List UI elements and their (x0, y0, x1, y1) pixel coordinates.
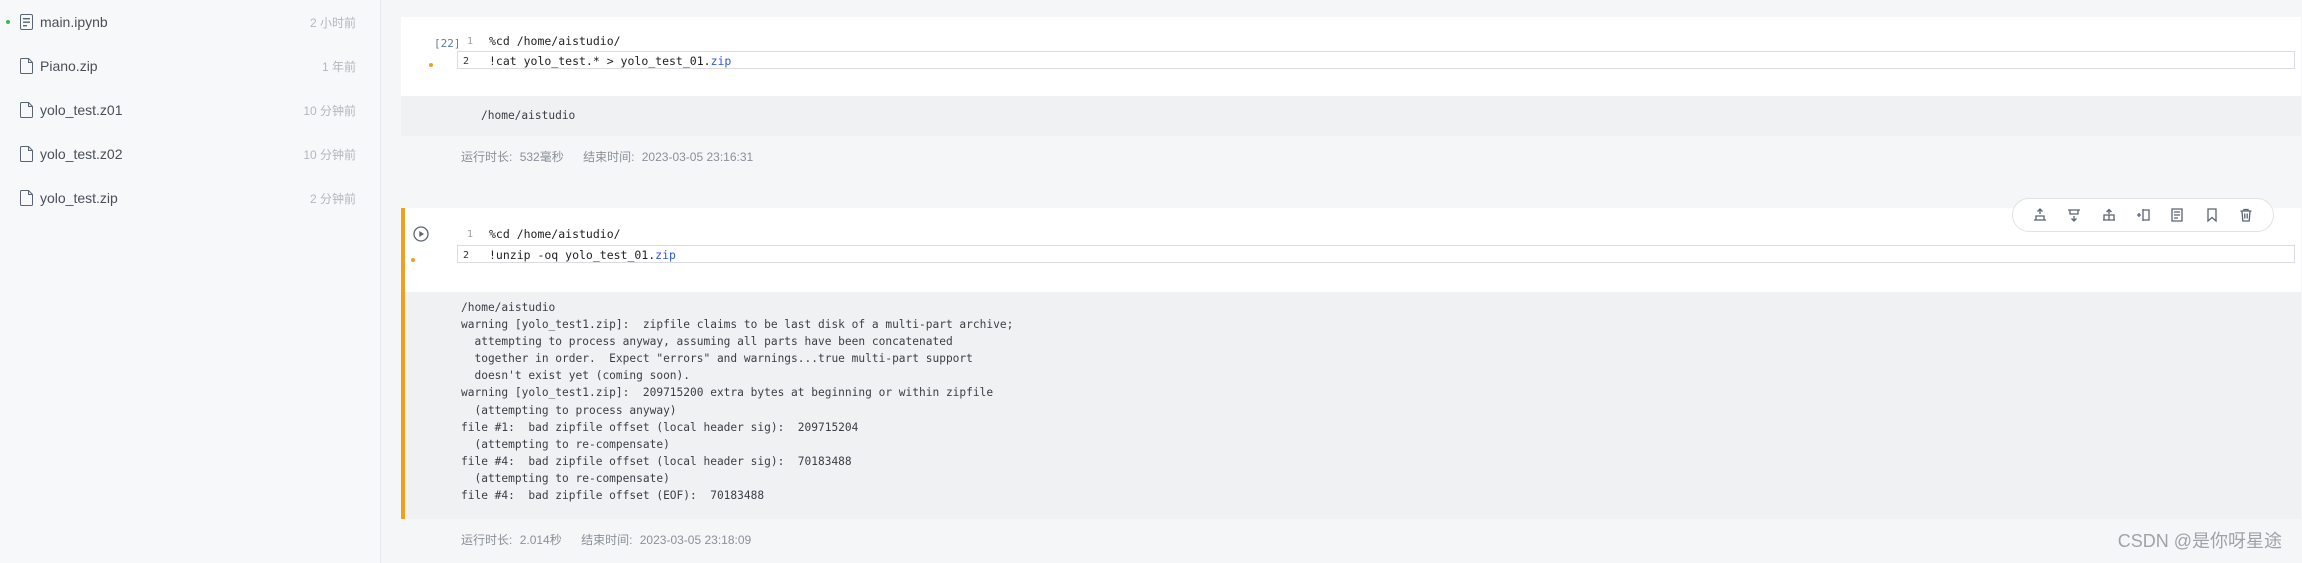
duration-label: 运行时长: (461, 150, 513, 164)
cell-toolbar (2012, 198, 2274, 232)
code-text: !cat yolo_test.* > yolo_test_01.zip (489, 54, 731, 68)
copy-cell-button[interactable] (2168, 206, 2186, 224)
notebook-icon (20, 14, 33, 30)
code-text-keyword: zip (710, 54, 732, 68)
delete-cell-button[interactable] (2237, 206, 2255, 224)
file-name: Piano.zip (40, 58, 98, 74)
file-modified-time: 10 分钟前 (303, 147, 356, 162)
code-text: %cd /home/aistudio/ (489, 227, 621, 241)
bookmark-button[interactable] (2203, 206, 2221, 224)
file-item-yolo-test-z01[interactable]: yolo_test.z01 10 分钟前 (0, 88, 380, 132)
bookmark-icon (2206, 208, 2217, 223)
code-line[interactable]: 1 %cd /home/aistudio/ (401, 31, 2301, 51)
execution-meta: 运行时长: 532毫秒 结束时间: 2023-03-05 23:16:31 (461, 148, 753, 165)
cell-output: /home/aistudio (401, 96, 2301, 136)
code-text-keyword: zip (655, 248, 676, 262)
output-text: /home/aistudio (481, 109, 576, 122)
file-icon (20, 58, 33, 74)
file-modified-time: 10 分钟前 (303, 103, 356, 118)
code-text: %cd /home/aistudio/ (489, 34, 621, 48)
line-number: 1 (466, 35, 473, 47)
file-modified-time: 2 分钟前 (309, 191, 356, 206)
end-time-label: 结束时间: (583, 150, 635, 164)
line-number: 1 (466, 228, 473, 240)
file-name: yolo_test.zip (40, 190, 118, 206)
file-name: main.ipynb (40, 14, 108, 30)
duration-label: 运行时长: (461, 533, 513, 547)
run-above-icon (2034, 208, 2047, 221)
code-line[interactable]: 2 !cat yolo_test.* > yolo_test_01.zip (401, 51, 2301, 71)
copy-cell-icon (2171, 208, 2183, 222)
cell-output: /home/aistudio warning [yolo_test1.zip]:… (405, 292, 2301, 519)
end-time-value: 2023-03-05 23:18:09 (639, 533, 752, 547)
insert-cell-icon (2136, 209, 2150, 221)
end-time-value: 2023-03-05 23:16:31 (641, 150, 754, 164)
file-icon (20, 146, 33, 162)
end-time-label: 结束时间: (581, 533, 633, 547)
split-cell-icon (2102, 208, 2115, 221)
file-item-yolo-test-zip[interactable]: yolo_test.zip 2 分钟前 (0, 176, 380, 220)
execution-meta: 运行时长: 2.014秒 结束时间: 2023-03-05 23:18:09 (461, 531, 751, 548)
file-icon (20, 190, 33, 206)
duration-value: 2.014秒 (519, 533, 562, 547)
notebook-main-area: [22] 1 %cd /home/aistudio/ 2 !cat yolo_t… (381, 0, 2302, 563)
run-below-button[interactable] (2065, 206, 2083, 224)
file-item-yolo-test-z02[interactable]: yolo_test.z02 10 分钟前 (0, 132, 380, 176)
file-item-main-ipynb[interactable]: main.ipynb 2 小时前 (0, 0, 380, 44)
file-name: yolo_test.z02 (40, 146, 123, 162)
code-text: !unzip -oq yolo_test_01.zip (489, 248, 676, 262)
file-item-piano-zip[interactable]: Piano.zip 1 年前 (0, 44, 380, 88)
file-icon (20, 102, 33, 118)
file-browser-sidebar: main.ipynb 2 小时前 Piano.zip 1 年前 yolo_tes… (0, 0, 381, 563)
file-name: yolo_test.z01 (40, 102, 123, 118)
delete-icon (2240, 208, 2252, 222)
file-modified-time: 2 小时前 (309, 15, 356, 30)
file-modified-time: 1 年前 (321, 59, 356, 74)
code-text-main: !unzip -oq yolo_test_01. (489, 248, 656, 262)
line-number: 2 (462, 249, 469, 261)
code-text-main: !cat yolo_test.* > yolo_test_01. (489, 54, 711, 68)
line-number: 2 (462, 55, 469, 67)
split-cell-button[interactable] (2100, 206, 2118, 224)
watermark: CSDN @是你呀星途 (2117, 531, 2282, 551)
code-cell-input[interactable]: [22] 1 %cd /home/aistudio/ 2 !cat yolo_t… (401, 17, 2301, 96)
output-text: /home/aistudio warning [yolo_test1.zip]:… (461, 301, 1014, 503)
run-above-button[interactable] (2031, 206, 2049, 224)
running-indicator-dot (6, 20, 10, 24)
insert-cell-button[interactable] (2134, 206, 2152, 224)
run-below-icon (2068, 209, 2081, 222)
code-line[interactable]: 2 !unzip -oq yolo_test_01.zip (405, 245, 2301, 265)
duration-value: 532毫秒 (519, 150, 564, 164)
